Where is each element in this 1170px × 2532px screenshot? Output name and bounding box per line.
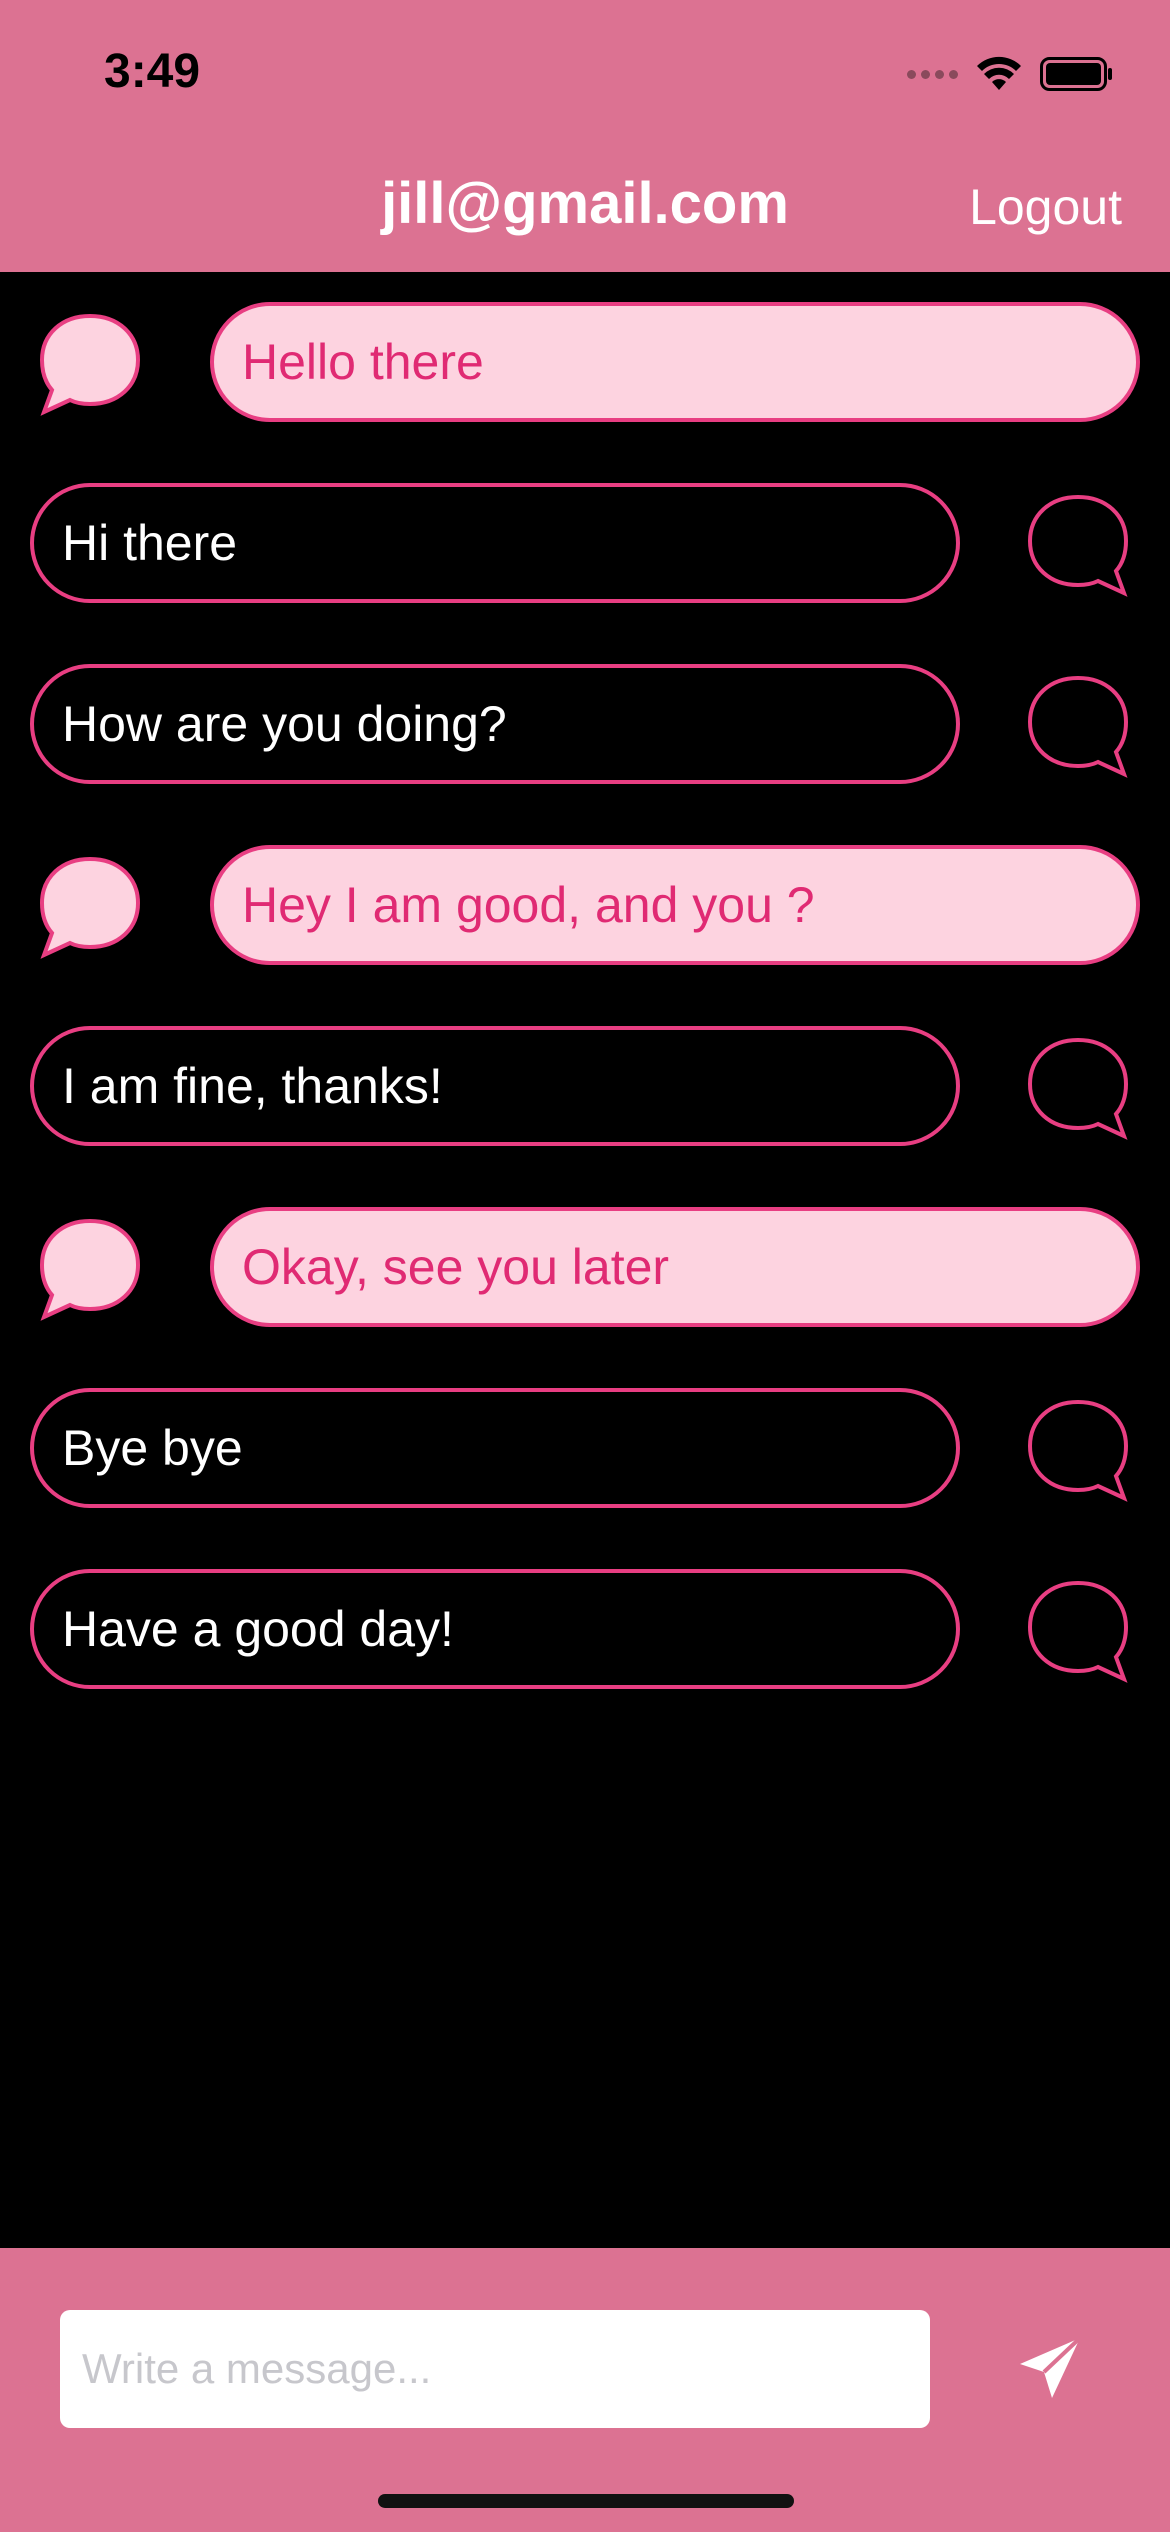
chat-bubble-filled-icon bbox=[39, 856, 141, 959]
chat-bubble-outline-icon bbox=[1027, 1399, 1129, 1502]
message-row: Have a good day! bbox=[0, 1569, 1170, 1689]
battery-icon bbox=[1040, 57, 1112, 91]
navigation-bar: 3:49 jill@gmail.com Logout bbox=[0, 0, 1170, 272]
message-row: Hey I am good, and you ? bbox=[0, 845, 1170, 965]
chat-bubble-filled-icon bbox=[39, 313, 141, 416]
logout-button[interactable]: Logout bbox=[969, 178, 1122, 236]
message-bubble-outgoing: Hi there bbox=[30, 483, 960, 603]
paper-plane-icon[interactable] bbox=[1010, 2328, 1090, 2408]
message-bubble-incoming: Okay, see you later bbox=[210, 1207, 1140, 1327]
chat-bubble-outline-icon bbox=[1027, 1037, 1129, 1140]
chat-bubble-outline-icon bbox=[1027, 494, 1129, 597]
message-row: Bye bye bbox=[0, 1388, 1170, 1508]
home-indicator bbox=[378, 2494, 794, 2508]
message-bubble-outgoing: Have a good day! bbox=[30, 1569, 960, 1689]
message-bubble-outgoing: How are you doing? bbox=[30, 664, 960, 784]
chat-bubble-filled-icon bbox=[39, 1218, 141, 1321]
message-composer bbox=[0, 2248, 1170, 2532]
chat-bubble-outline-icon bbox=[1027, 675, 1129, 778]
message-row: How are you doing? bbox=[0, 664, 1170, 784]
wifi-icon bbox=[977, 56, 1021, 90]
status-time: 3:49 bbox=[104, 45, 201, 98]
message-input[interactable] bbox=[60, 2310, 930, 2428]
message-row: Okay, see you later bbox=[0, 1207, 1170, 1327]
message-bubble-outgoing: Bye bye bbox=[30, 1388, 960, 1508]
message-bubble-incoming: Hey I am good, and you ? bbox=[210, 845, 1140, 965]
message-row: Hi there bbox=[0, 483, 1170, 603]
message-row: I am fine, thanks! bbox=[0, 1026, 1170, 1146]
chat-bubble-outline-icon bbox=[1027, 1580, 1129, 1683]
message-row: Hello there bbox=[0, 302, 1170, 422]
cellular-signal-icon bbox=[907, 69, 958, 79]
message-bubble-outgoing: I am fine, thanks! bbox=[30, 1026, 960, 1146]
message-bubble-incoming: Hello there bbox=[210, 302, 1140, 422]
status-icons bbox=[907, 54, 1114, 94]
message-list[interactable]: Hello there Hi there How are you doing? … bbox=[0, 272, 1170, 2248]
